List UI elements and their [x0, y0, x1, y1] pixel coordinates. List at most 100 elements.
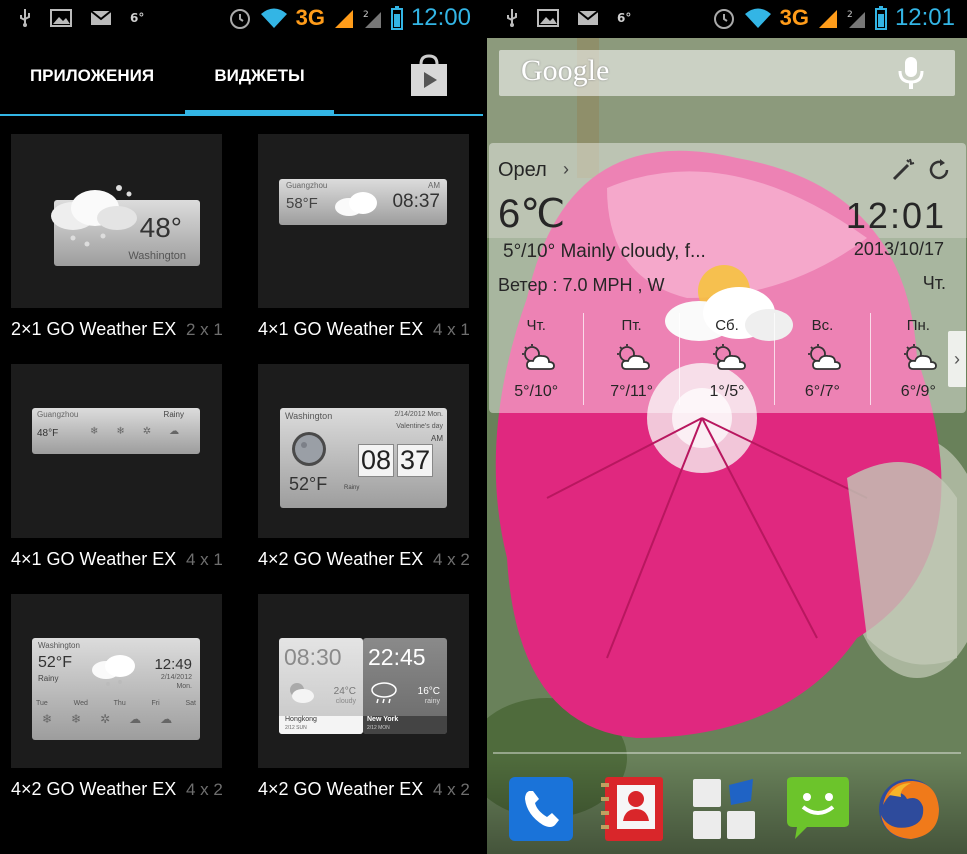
- partly-cloudy-icon: [290, 683, 314, 703]
- contacts-app-icon[interactable]: [599, 775, 667, 843]
- widget-preview: Washington 52°F Rainy 12:49 2/14/2012 Mo…: [11, 594, 222, 768]
- signal-2-icon: 2: [847, 10, 865, 28]
- weather-city[interactable]: Орел: [498, 159, 547, 182]
- magic-wand-icon[interactable]: [890, 157, 916, 183]
- messaging-app-icon[interactable]: [783, 775, 851, 843]
- preview-condition: rainy: [424, 698, 440, 705]
- preview-date: 2/14/2012 Mon.: [394, 411, 443, 418]
- partly-cloudy-icon: [617, 344, 651, 370]
- weather-widget-preview: Guangzhou Rainy 48°F ❄❄✲☁: [32, 408, 200, 454]
- preview-date: 2/12 MON: [367, 725, 390, 731]
- battery-icon: [390, 6, 403, 30]
- preview-condition: Rainy: [38, 674, 59, 683]
- microphone-icon[interactable]: [897, 56, 925, 90]
- widget-item[interactable]: Guangzhou AM 58°F 08:37 4×1 GO Weather E…: [247, 118, 483, 348]
- forecast-day-name: Чт.: [526, 317, 546, 334]
- chevron-right-icon: ›: [954, 348, 960, 369]
- signal-icon: [818, 10, 837, 28]
- play-store-icon[interactable]: [409, 54, 449, 98]
- usb-icon: [507, 9, 517, 27]
- widget-preview: Guangzhou Rainy 48°F ❄❄✲☁: [11, 364, 222, 538]
- rain-cloud-icon: [51, 185, 137, 247]
- cloud-icon: [335, 192, 377, 216]
- forecast-day-name: Вс.: [811, 317, 834, 334]
- widget-preview: 48° Washington: [11, 134, 222, 308]
- gmail-icon: [90, 10, 112, 25]
- weather-current-temp: 6℃: [498, 192, 566, 236]
- city-strip: Hongkong 2/12 SUN: [279, 716, 363, 734]
- city-chevron-icon: ›: [563, 159, 569, 179]
- widget-name: 4×2 GO Weather EX: [258, 779, 423, 799]
- weather-date: 2013/10/17: [853, 239, 944, 259]
- widget-item[interactable]: 08:30 24°C cloudy Hongkong 2/12 SUN 22:4…: [247, 578, 483, 808]
- partly-cloudy-icon: [522, 344, 555, 370]
- city-strip: New York 2/12 MON: [363, 716, 447, 734]
- refresh-icon[interactable]: [926, 157, 952, 183]
- weather-notif-badge: 6°: [617, 11, 632, 25]
- preview-city: Washington: [285, 411, 333, 421]
- forecast-row: Чт. 5°/10° Пт. 7°/11° Сб. 1°/5° Вс. 6°/7…: [489, 313, 966, 405]
- tab-widgets[interactable]: ВИДЖЕТЫ: [185, 38, 334, 115]
- forecast-day: Вс. 6°/7°: [775, 313, 871, 405]
- preview-day-label: Wed: [73, 700, 88, 707]
- partly-cloudy-icon: [808, 344, 842, 370]
- widget-preview: 08:30 24°C cloudy Hongkong 2/12 SUN 22:4…: [258, 594, 469, 768]
- widget-size: 4 x 1: [186, 550, 223, 569]
- network-type: 3G: [779, 5, 809, 30]
- network-type: 3G: [295, 5, 325, 30]
- widget-name: 4×1 GO Weather EX: [258, 319, 423, 339]
- widget-item[interactable]: 48° Washington 2×1 GO Weather EX 2 x 1: [0, 118, 246, 348]
- page-indicator: [493, 752, 961, 754]
- partly-cloudy-icon: [903, 344, 937, 370]
- weather-widget-preview: Washington 52°F Rainy 12:49 2/14/2012 Mo…: [32, 638, 200, 740]
- gmail-icon: [577, 10, 599, 25]
- widget-picker-screen: 6° 3G 2 12:00 ПРИЛОЖЕНИЯ ВИДЖЕТЫ 48° Was…: [0, 0, 483, 854]
- preview-ampm: AM: [428, 181, 440, 190]
- preview-temp: 52°F: [38, 654, 72, 671]
- widget-item[interactable]: Washington 52°F Rainy 12:49 2/14/2012 Mo…: [0, 578, 246, 808]
- preview-minutes: 37: [397, 444, 434, 477]
- forecast-day: Сб. 1°/5°: [680, 313, 776, 405]
- preview-city: New York: [367, 716, 399, 723]
- battery-icon: [874, 6, 887, 30]
- preview-ampm: AM: [431, 434, 443, 443]
- preview-time: 08:37: [392, 191, 440, 212]
- forecast-range: 1°/5°: [709, 383, 745, 400]
- svg-text:2: 2: [847, 10, 853, 20]
- widget-size: 2 x 1: [186, 320, 223, 339]
- forecast-day: Чт. 5°/10°: [489, 313, 585, 405]
- firefox-app-icon[interactable]: [875, 775, 943, 843]
- preview-date: 2/12 SUN: [285, 725, 307, 731]
- preview-note: Valentine's day: [396, 423, 443, 430]
- status-bar: 6° 3G 2 12:01: [487, 0, 967, 38]
- status-clock: 12:01: [894, 4, 955, 31]
- preview-condition: Rainy: [344, 485, 360, 491]
- signal-icon: [334, 10, 353, 28]
- tab-apps[interactable]: ПРИЛОЖЕНИЯ: [0, 38, 184, 114]
- preview-forecast: ❄❄✲☁: [90, 426, 198, 437]
- wifi-icon: [744, 8, 771, 28]
- clock-preview-left: 08:30 24°C cloudy Hongkong 2/12 SUN: [279, 638, 363, 734]
- weather-notif-badge: 6°: [130, 11, 145, 25]
- preview-time: 22:45: [368, 644, 426, 670]
- preview-day: Mon.: [176, 683, 192, 690]
- preview-city: Guangzhou: [286, 181, 328, 190]
- preview-temp: 52°F: [289, 474, 328, 494]
- tab-bar: ПРИЛОЖЕНИЯ ВИДЖЕТЫ: [0, 38, 483, 116]
- status-clock: 12:00: [410, 4, 471, 31]
- weather-widget[interactable]: Орел › 6℃ 12:01 2013/10/17 5°/10° Mainly…: [489, 143, 966, 413]
- preview-day-label: Sat: [185, 700, 196, 707]
- flip-clock: 08 37: [358, 444, 434, 477]
- preview-city: Guangzhou: [37, 410, 79, 419]
- phone-app-icon[interactable]: [507, 775, 575, 843]
- app-drawer-icon[interactable]: [691, 775, 759, 843]
- home-screen: 6° 3G 2 12:01 Google Орел › 6℃ 12:01 201…: [487, 0, 967, 854]
- widget-item[interactable]: Washington 2/14/2012 Mon. Valentine's da…: [247, 348, 483, 578]
- widget-item[interactable]: Guangzhou Rainy 48°F ❄❄✲☁ 4×1 GO Weather…: [0, 348, 246, 578]
- usb-icon: [20, 9, 30, 27]
- google-search-bar[interactable]: Google: [499, 50, 955, 96]
- forecast-day: Пт. 7°/11°: [584, 313, 680, 405]
- forecast-next-button[interactable]: ›: [948, 331, 966, 387]
- weather-clock[interactable]: 12:01: [846, 195, 946, 237]
- preview-forecast: Tue Wed Thu Fri Sat: [36, 700, 196, 707]
